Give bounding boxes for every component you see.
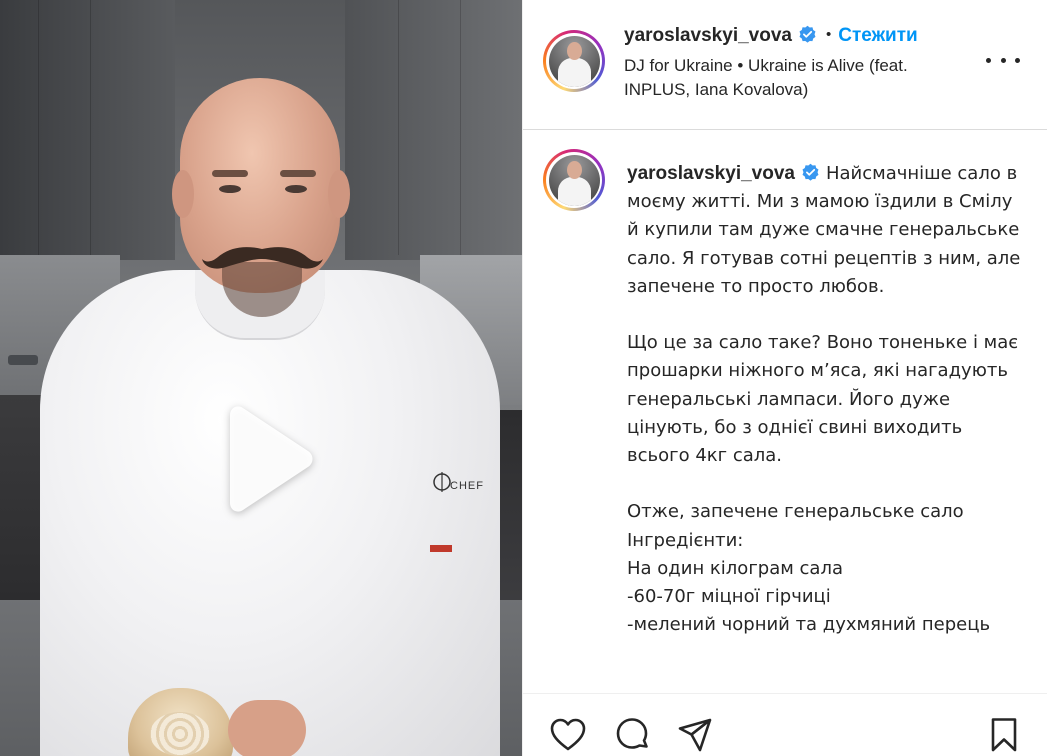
header-user-row: yaroslavskyi_vova • Стежити bbox=[624, 25, 918, 47]
caption-paragraph: Що це за сало таке? Воно тоненьке і має … bbox=[627, 332, 1019, 467]
verified-badge-icon bbox=[799, 25, 816, 43]
recipe-line: Інгредієнти: bbox=[627, 529, 744, 551]
jacket-flag-label bbox=[430, 545, 452, 552]
chef-eyebrow bbox=[212, 170, 248, 177]
more-options-icon[interactable] bbox=[986, 48, 1020, 72]
post-header: yaroslavskyi_vova • Стежити DJ for Ukrain… bbox=[523, 0, 1047, 130]
salo-roll-cross-section bbox=[150, 712, 210, 756]
chef-eye bbox=[285, 185, 307, 193]
recipe-line: Отже, запечене генеральське сало bbox=[627, 501, 964, 523]
play-icon[interactable] bbox=[212, 405, 316, 513]
oven-knob bbox=[8, 355, 38, 365]
caption-author-avatar[interactable] bbox=[543, 149, 605, 211]
background-cabinet-right bbox=[345, 0, 522, 260]
recipe-line: На один кілограм сала bbox=[627, 557, 843, 579]
cabinet-seam bbox=[460, 0, 461, 255]
chef-ear bbox=[172, 170, 194, 218]
action-bar bbox=[523, 693, 1047, 756]
author-avatar[interactable] bbox=[543, 30, 605, 92]
cabinet-seam bbox=[398, 0, 399, 255]
post-video[interactable]: CHEF bbox=[0, 0, 522, 756]
jacket-patch-text: CHEF bbox=[450, 480, 484, 492]
heart-icon[interactable] bbox=[549, 716, 587, 754]
separator-dot: • bbox=[825, 26, 832, 43]
chef-eyebrow bbox=[280, 170, 316, 177]
share-icon[interactable] bbox=[676, 716, 714, 754]
caption-username[interactable]: yaroslavskyi_vova bbox=[627, 163, 795, 184]
chef-mustache bbox=[202, 247, 323, 269]
chef-ear bbox=[328, 170, 350, 218]
recipe-line: -мелений чорний та духмяний перець bbox=[627, 614, 991, 636]
post-caption: yaroslavskyi_vova Найсмачніше сало в моє… bbox=[523, 131, 1047, 693]
caption-text: yaroslavskyi_vova Найсмачніше сало в моє… bbox=[627, 160, 1022, 639]
chef-eye bbox=[219, 185, 241, 193]
post-sidebar: yaroslavskyi_vova • Стежити DJ for Ukrain… bbox=[522, 0, 1047, 756]
cabinet-seam bbox=[38, 0, 39, 255]
verified-badge-icon bbox=[802, 163, 819, 181]
background-cabinet-left bbox=[0, 0, 175, 260]
save-bookmark-icon[interactable] bbox=[985, 716, 1023, 754]
cabinet-seam bbox=[90, 0, 91, 255]
chef-hand bbox=[228, 700, 306, 756]
audio-track-link[interactable]: DJ for Ukraine • Ukraine is Alive (feat.… bbox=[624, 54, 954, 102]
recipe-line: -60-70г міцної гірчиці bbox=[627, 586, 831, 608]
comment-icon[interactable] bbox=[613, 716, 651, 754]
follow-button[interactable]: Стежити bbox=[838, 25, 917, 46]
author-username[interactable]: yaroslavskyi_vova bbox=[624, 25, 792, 46]
